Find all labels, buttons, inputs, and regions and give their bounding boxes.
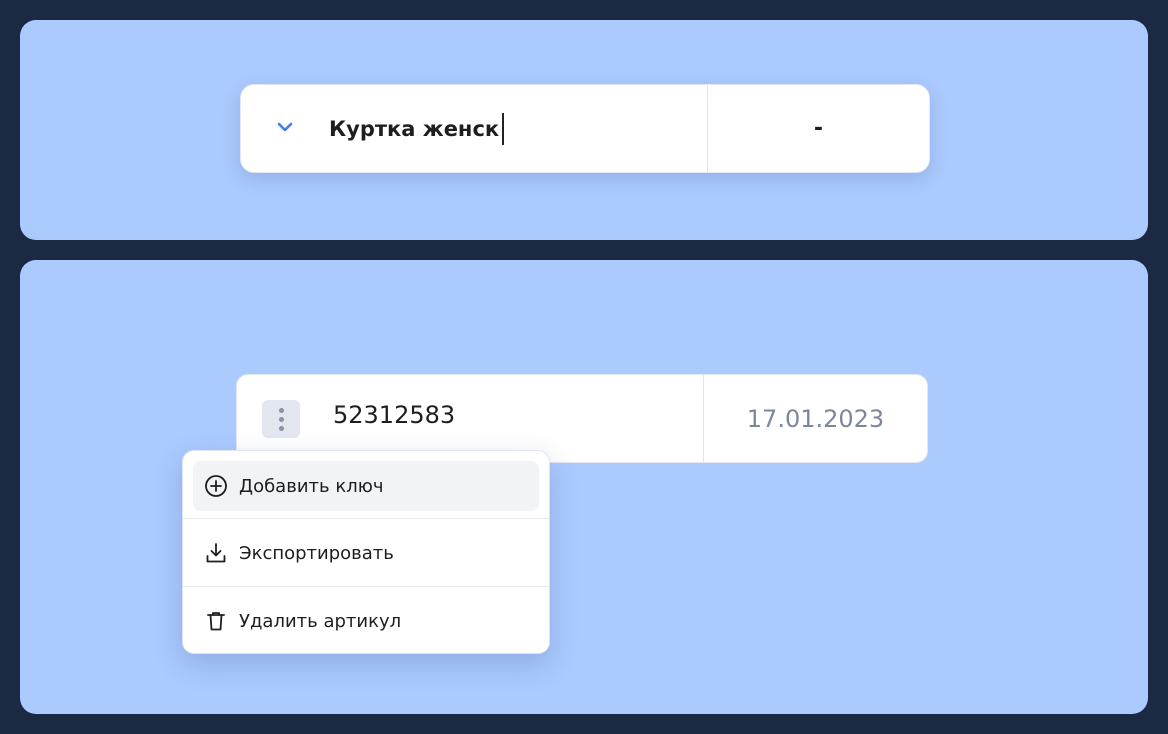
kebab-dot — [278, 416, 284, 422]
search-input-value: Куртка женск — [329, 117, 500, 141]
menu-divider — [183, 586, 549, 587]
context-menu: Добавить ключ Экспортировать Удалить арт… — [182, 450, 550, 654]
search-input[interactable]: Куртка женск — [329, 111, 659, 147]
search-secondary-cell: - — [813, 116, 824, 141]
kebab-dot — [278, 407, 284, 413]
more-options-button[interactable] — [262, 400, 300, 438]
article-id: 52312583 — [333, 401, 456, 429]
bottom-panel: 52312583 17.01.2023 Добавить ключ Экспор… — [20, 260, 1148, 714]
menu-item-label: Экспортировать — [239, 542, 394, 564]
plus-circle-icon — [204, 474, 228, 498]
trash-icon — [204, 609, 228, 633]
menu-item-label: Добавить ключ — [239, 475, 384, 497]
text-caret — [502, 113, 505, 145]
menu-item-export[interactable]: Экспортировать — [193, 528, 539, 578]
chevron-down-icon[interactable] — [275, 117, 295, 137]
article-date: 17.01.2023 — [746, 404, 885, 433]
menu-item-label: Удалить артикул — [239, 610, 402, 632]
menu-divider — [183, 518, 549, 519]
search-row: Куртка женск - — [240, 84, 930, 173]
download-icon — [204, 541, 228, 565]
top-panel: Куртка женск - — [20, 20, 1148, 240]
kebab-dot — [278, 425, 284, 431]
menu-item-add-key[interactable]: Добавить ключ — [193, 461, 539, 511]
menu-item-delete-article[interactable]: Удалить артикул — [193, 596, 539, 646]
